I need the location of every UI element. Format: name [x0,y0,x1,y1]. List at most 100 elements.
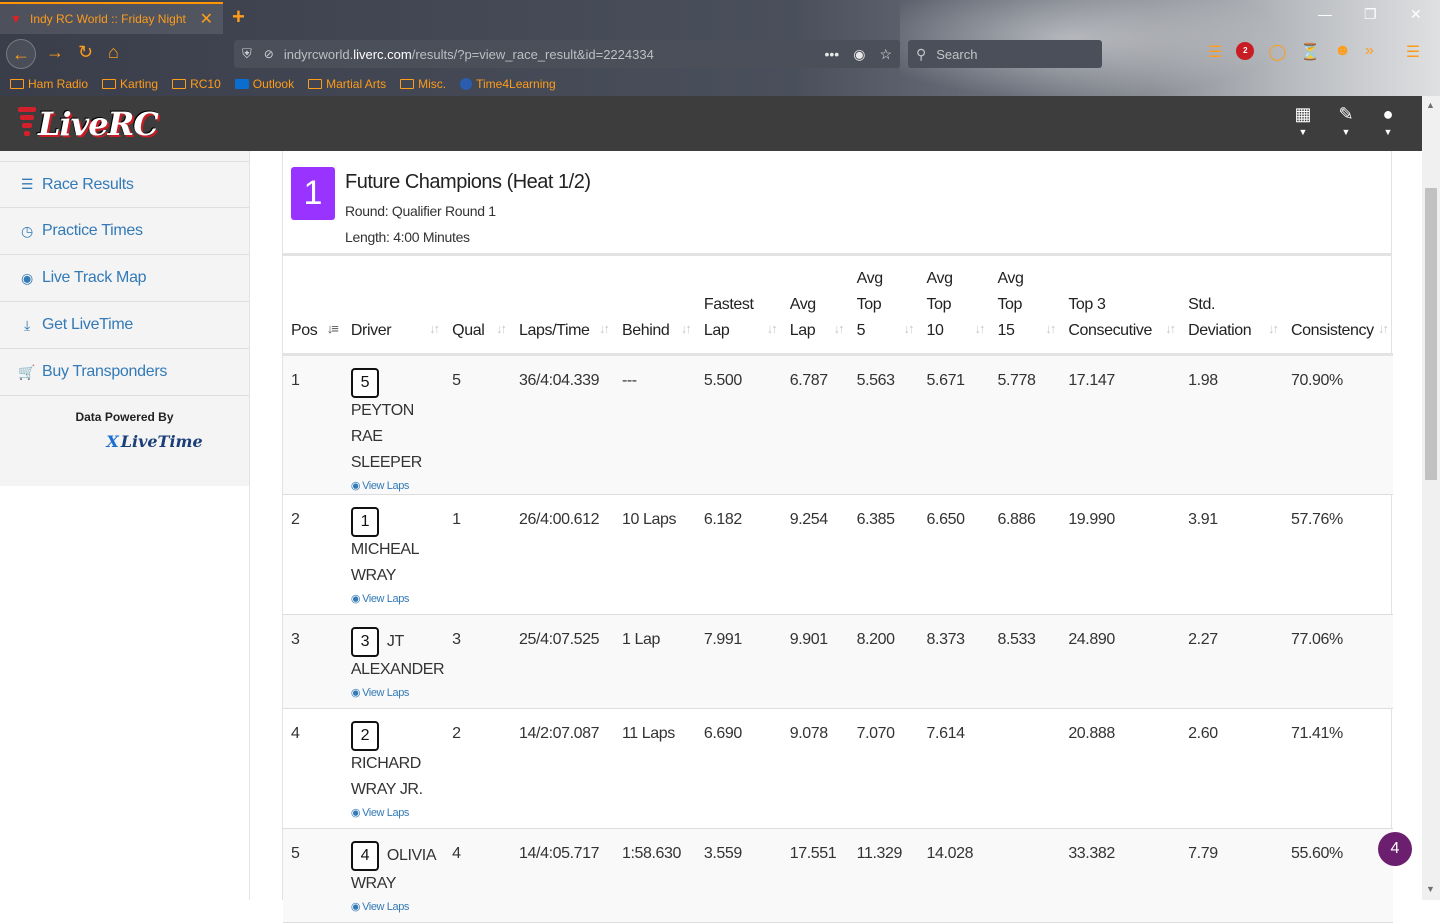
bookmark-outlook[interactable]: Outlook [234,77,294,91]
folder-icon [172,79,187,89]
bookmark-rc10[interactable]: RC10 [172,77,221,91]
col-header-qual[interactable]: Qual ↓↑ [444,256,512,356]
col-header-std-deviation[interactable]: Std. Deviation ↓↑ [1180,256,1283,356]
cell-behind: 10 Laps [613,494,696,615]
restore-icon[interactable]: ❐ [1364,6,1377,23]
url-bar[interactable]: ⛨ ⊘ indyrcworld.liverc.com/results/?p=vi… [234,40,900,68]
cell-driver: 3 JT ALEXANDER ◉ View Laps [342,614,445,709]
livetime-logo-text: LiveTime [120,432,203,451]
sidebar-item-get-livetime[interactable]: ⤓ Get LiveTime [0,302,249,349]
cell-avg-top-5: 8.200 [848,614,919,709]
cell-laps-time: 36/4:04.339 [511,354,614,495]
col-header-laps-time[interactable]: Laps/Time ↓↑ [511,256,614,356]
cell-fastest-lap: 7.991 [695,614,782,709]
bookmark-star-icon[interactable]: ☆ [879,46,892,63]
col-header-avg-lap[interactable]: Avg Lap ↓↑ [781,256,849,356]
col-header-consistency[interactable]: Consistency ↓↑ [1282,256,1393,356]
sidebar: ☰ Race Results ◷ Practice Times ◉ Live T… [0,151,250,900]
close-window-icon[interactable]: ✕ [1410,6,1422,23]
library-icon[interactable]: ☰ [1208,42,1222,62]
col-header-driver[interactable]: Driver ↓↑ [342,256,445,356]
scroll-up-icon[interactable]: ▲ [1426,100,1435,110]
view-laps-link[interactable]: ◉ View Laps [351,805,444,821]
edit-icon: ✎ [1338,104,1354,124]
sidebar-item-race-results[interactable]: ☰ Race Results [0,161,249,208]
page-scrollbar[interactable]: ▲ ▼ [1422,96,1440,900]
home-icon[interactable]: ⌂ [108,42,119,63]
calendar-icon: ▦ [1294,104,1312,124]
search-icon: ⚲ [916,45,927,62]
calendar-menu[interactable]: ▦ ▼ [1291,104,1315,137]
sidebar-item-practice-times[interactable]: ◷ Practice Times [0,208,249,255]
minimize-icon[interactable]: — [1318,6,1332,22]
bookmark-karting[interactable]: Karting [102,77,158,91]
tab-title: Indy RC World :: Friday Night [30,12,186,26]
cell-pos: 2 [283,494,343,615]
eye-icon: ◉ [350,479,361,492]
back-icon[interactable]: ← [6,39,36,69]
view-laps-link[interactable]: ◉ View Laps [351,591,444,607]
pocket-icon[interactable]: ◉ [853,46,865,63]
powered-by-block: Data Powered By X LiveTime [0,396,249,486]
table-row: 3 3 JT ALEXANDER ◉ View Laps 3 25/4:07.52… [283,614,1393,709]
liverc-logo[interactable]: LiveRC [16,104,159,144]
adblock-icon[interactable]: 2 [1236,42,1255,60]
col-header-avg-top-5[interactable]: Avg Top 5 ↓↑ [848,256,919,356]
forward-icon[interactable]: → [46,42,64,63]
caret-down-icon: ▼ [1383,127,1393,137]
sync-icon[interactable]: ⏳ [1300,42,1320,62]
col-header-avg-top-15[interactable]: Avg Top 15 ↓↑ [989,256,1061,356]
cell-std-deviation: 7.79 [1180,828,1283,923]
edit-menu[interactable]: ✎ ▼ [1334,104,1358,137]
cell-avg-top-5: 5.563 [848,354,919,495]
browser-tab[interactable]: ▼ Indy RC World :: Friday Night ✕ [0,2,223,34]
extension-icon[interactable]: ◯ [1268,42,1286,62]
new-tab-icon[interactable]: + [232,4,245,30]
sidebar-item-buy-transponders[interactable]: 🛒 Buy Transponders [0,349,249,396]
chat-badge-button[interactable]: 4 [1378,832,1412,866]
cell-behind: --- [613,354,696,495]
view-laps-link[interactable]: ◉ View Laps [351,899,444,915]
bookmark-time4learning[interactable]: Time4Learning [460,77,556,91]
close-tab-icon[interactable]: ✕ [200,9,213,29]
livetime-x-icon: X [106,432,119,451]
reload-icon[interactable]: ↻ [78,42,93,63]
overflow-icon[interactable]: » [1365,42,1374,62]
url-text[interactable]: indyrcworld.liverc.com/results/?p=view_r… [284,47,654,62]
sidebar-item-live-track-map[interactable]: ◉ Live Track Map [0,255,249,302]
col-header-behind[interactable]: Behind ↓↑ [613,256,696,356]
table-header-row: Pos ↓≡ Driver ↓↑ Qual ↓↑ Laps/Time ↓↑ Behind… [283,256,1393,356]
tracking-shield-icon[interactable]: ⛨ [242,46,252,62]
cell-top3-consecutive: 17.147 [1060,354,1181,495]
sort-icon: ↓↑ [766,320,778,336]
col-header-avg-top-10[interactable]: Avg Top 10 ↓↑ [918,256,990,356]
view-laps-link[interactable]: ◉ View Laps [351,478,444,494]
col-header-fastest-lap[interactable]: Fastest Lap ↓↑ [695,256,782,356]
car-number: 1 [350,506,379,537]
livetime-logo[interactable]: X LiveTime [106,432,202,451]
bookmark-misc[interactable]: Misc. [400,77,446,91]
table-row: 5 4 OLIVIA WRAY ◉ View Laps 4 14/4:05.717… [283,828,1393,923]
scroll-down-icon[interactable]: ▼ [1426,884,1435,894]
addon-icon[interactable]: ☻ [1334,42,1351,62]
insecure-lock-icon[interactable]: ⊘ [264,47,274,61]
race-round: Round: Qualifier Round 1 [345,203,496,219]
scrollbar-thumb[interactable] [1425,188,1437,480]
view-laps-link[interactable]: ◉ View Laps [351,685,444,701]
user-menu[interactable]: ● ▼ [1376,104,1400,137]
cell-qual: 5 [444,354,512,495]
sort-icon: ↓↑ [1378,320,1389,336]
col-header-top3-consecutive[interactable]: Top 3 Consecutive ↓↑ [1060,256,1181,356]
race-result-panel: 1 Future Champions (Heat 1/2) Round: Qua… [282,151,1393,923]
page-actions-icon[interactable]: ••• [825,46,840,63]
user-icon: ● [1382,104,1394,124]
sort-icon: ↓↑ [1267,320,1279,336]
cell-std-deviation: 1.98 [1180,354,1283,495]
menu-icon[interactable]: ☰ [1406,42,1420,62]
col-header-pos[interactable]: Pos ↓≡ [283,256,343,356]
cell-std-deviation: 2.27 [1180,614,1283,709]
bookmark-ham-radio[interactable]: Ham Radio [10,77,88,91]
search-input[interactable]: ⚲ Search [908,40,1102,68]
folder-icon [102,79,117,89]
bookmark-martial-arts[interactable]: Martial Arts [308,77,386,91]
